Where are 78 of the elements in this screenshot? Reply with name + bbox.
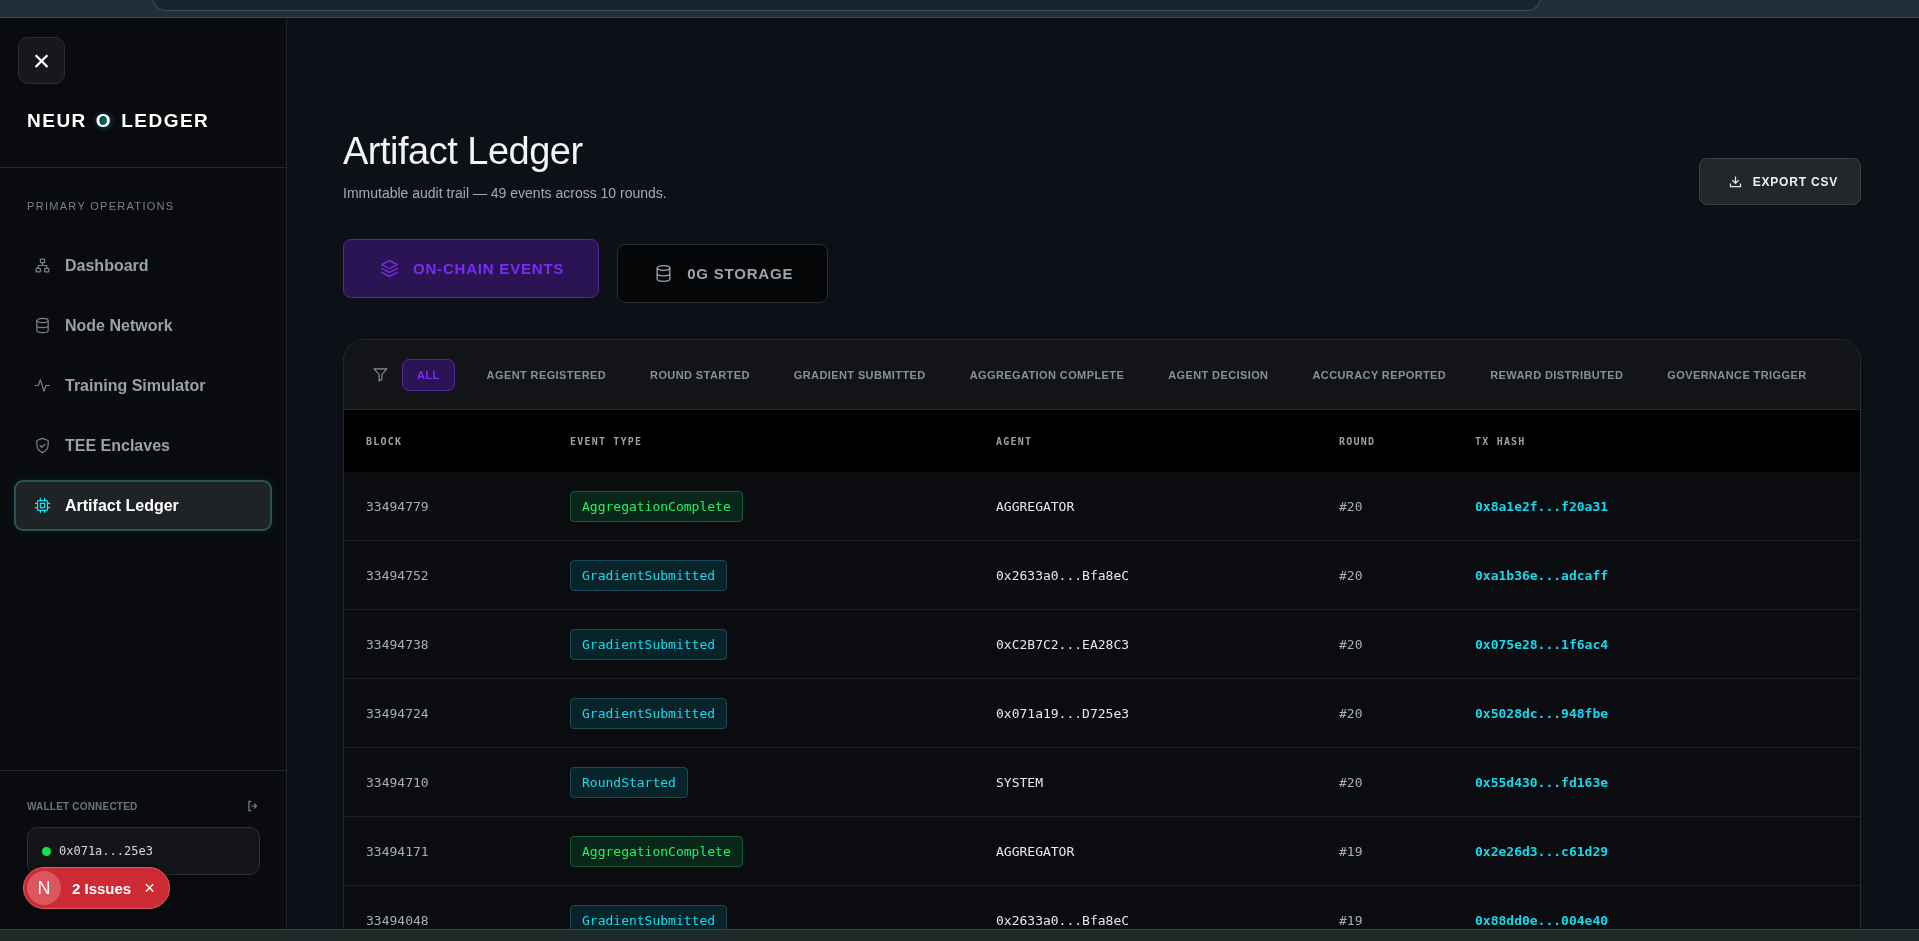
table-cell-text: AGGREGATOR <box>996 498 1076 514</box>
tx-hash-link[interactable]: 0x2e26d3...c61d29 <box>1475 843 1860 859</box>
toast-badge: N <box>27 871 61 905</box>
filter-chip[interactable]: AGGREGATION COMPLETE <box>947 358 1147 391</box>
table-cell-text: 33494171 <box>366 843 430 859</box>
pulse-icon <box>34 377 51 394</box>
filter-chip[interactable]: REWARD DISTRIBUTED <box>1468 358 1646 391</box>
filter-chip[interactable]: GOVERNANCE TRIGGER <box>1645 358 1829 391</box>
table-cell-text: 33494724 <box>366 705 430 721</box>
event-type-tag: AggregationComplete <box>570 835 743 867</box>
table-cell-text: AGGREGATOR <box>996 843 1076 859</box>
issues-count: 2 Issues <box>72 879 132 897</box>
close-button[interactable]: × <box>142 877 157 899</box>
table-cell-text: 33494779 <box>366 498 430 514</box>
table-cell-text: #20 <box>1339 567 1364 583</box>
view-tab[interactable]: 0G STORAGE <box>617 244 829 303</box>
layers-icon <box>380 259 399 278</box>
event-type-tag: GradientSubmitted <box>570 559 728 591</box>
column-header: AGENT <box>996 435 1034 447</box>
close-button[interactable]: × <box>18 37 65 84</box>
table-cell-text: 33494752 <box>366 567 430 583</box>
page-subtitle: Immutable audit trail — 49 events across 10 rounds. <box>343 185 667 201</box>
sitemap-icon <box>34 257 51 274</box>
tx-hash-link[interactable]: 0x075e28...1f6ac4 <box>1475 636 1860 652</box>
export-csv-button[interactable]: EXPORT CSV <box>1698 158 1861 205</box>
page-title: Artifact Ledger <box>343 130 584 173</box>
section-title: PRIMARY OPERATIONS <box>26 200 176 212</box>
database-icon <box>34 317 51 334</box>
nav-item[interactable]: Node Network <box>14 300 272 351</box>
table-cell-text: #20 <box>1339 705 1364 721</box>
tx-hash-link[interactable]: 0x8a1e2f...f20a31 <box>1475 498 1860 514</box>
event-type-tag: GradientSubmitted <box>570 628 728 660</box>
logo-text: NEUR <box>27 110 87 132</box>
filter-chip[interactable]: ACCURACY REPORTED <box>1290 358 1469 391</box>
table-cell-text: 33494048 <box>366 912 430 928</box>
database-icon <box>654 264 674 283</box>
wallet-address: 0x071a...25e3 <box>59 844 153 858</box>
nav-item[interactable]: Training Simulator <box>14 360 272 411</box>
logout-icon[interactable] <box>246 799 260 813</box>
column-header: EVENT TYPE <box>570 435 644 447</box>
download-icon <box>1727 174 1743 189</box>
logo-glow-letter: O <box>91 110 117 132</box>
table-cell-text: 0x071a19...D725e3 <box>996 705 1131 721</box>
event-type-tag: AggregationComplete <box>570 490 743 522</box>
table-cell-text: #19 <box>1339 912 1364 928</box>
table-cell-text: SYSTEM <box>996 774 1044 790</box>
event-type-tag: RoundStarted <box>570 766 688 798</box>
tx-hash-link[interactable]: 0x5028dc...948fbe <box>1475 705 1860 721</box>
filter-chip[interactable]: AGENT DECISION <box>1146 358 1291 391</box>
issues-toast[interactable]: N 2 Issues × <box>23 867 170 909</box>
table-cell-text: 33494710 <box>366 774 430 790</box>
table-cell-text: 0x2633a0...Bfa8eC <box>996 912 1131 928</box>
wallet-label: WALLET CONNECTED <box>27 800 138 812</box>
column-header: BLOCK <box>366 435 404 447</box>
nav-item[interactable]: Artifact Ledger <box>14 480 272 531</box>
nav-item[interactable]: Dashboard <box>14 240 272 291</box>
filter-chip[interactable]: AGENT REGISTERED <box>464 358 629 391</box>
tx-hash-link[interactable]: 0xa1b36e...adcaff <box>1475 567 1860 583</box>
table-cell-text: 33494738 <box>366 636 430 652</box>
shield-check-icon <box>34 437 51 454</box>
table-cell-text: 0xC2B7C2...EA28C3 <box>996 636 1131 652</box>
chip-icon <box>34 497 51 514</box>
tx-hash-link[interactable]: 0x88dd0e...004e40 <box>1475 912 1860 928</box>
event-type-tag: GradientSubmitted <box>570 904 728 929</box>
table-cell-text: #20 <box>1339 636 1364 652</box>
filter-chip[interactable]: GRADIENT SUBMITTED <box>771 358 948 391</box>
event-type-tag: GradientSubmitted <box>570 697 728 729</box>
logo-text: LEDGER <box>121 110 210 132</box>
filter-icon <box>372 366 389 383</box>
table-cell-text: #20 <box>1339 498 1364 514</box>
table-cell-text: #20 <box>1339 774 1364 790</box>
filter-chip[interactable]: ROUND STARTED <box>628 358 772 391</box>
column-header: TX HASH <box>1475 435 1527 447</box>
table-cell-text: #19 <box>1339 843 1364 859</box>
table-cell-text: 0x2633a0...Bfa8eC <box>996 567 1131 583</box>
nav-item[interactable]: TEE Enclaves <box>14 420 272 471</box>
tx-hash-link[interactable]: 0x55d430...fd163e <box>1475 774 1860 790</box>
column-header: ROUND <box>1339 435 1377 447</box>
